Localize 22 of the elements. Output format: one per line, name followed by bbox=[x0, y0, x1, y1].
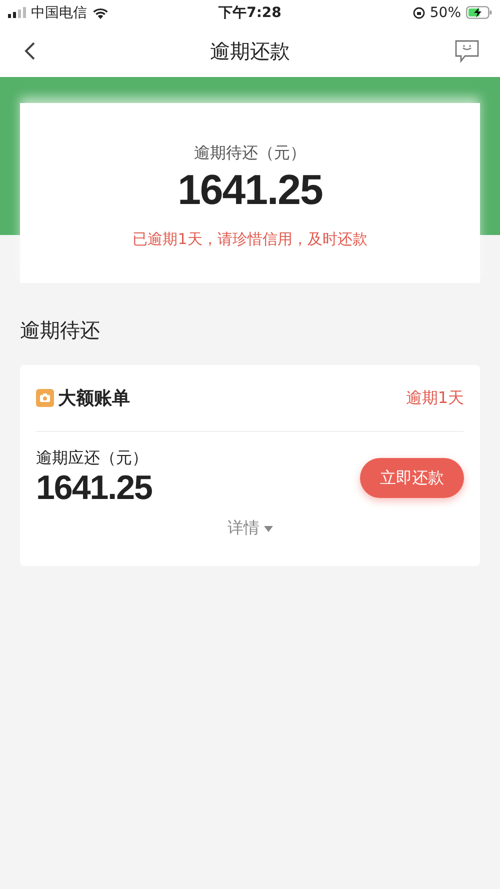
battery-percent: 50% bbox=[430, 4, 461, 20]
signal-icon bbox=[8, 7, 26, 18]
back-button[interactable] bbox=[24, 41, 36, 61]
amount-label: 逾期应还（元） bbox=[36, 448, 149, 469]
battery-icon bbox=[466, 6, 492, 19]
details-toggle[interactable]: 详情 bbox=[228, 518, 272, 539]
wifi-icon bbox=[92, 6, 109, 18]
caret-icon bbox=[264, 526, 272, 532]
summary-label: 逾期待还（元） bbox=[194, 143, 306, 164]
summary-amount: 1641.25 bbox=[178, 166, 322, 214]
section-title: 逾期待还 bbox=[19, 317, 101, 344]
carrier-name: 中国电信 bbox=[31, 4, 87, 22]
page-title: 逾期还款 bbox=[210, 38, 290, 64]
pay-now-button[interactable]: 立即还款 bbox=[360, 458, 464, 498]
bill-name: 大额账单 bbox=[58, 387, 130, 410]
bill-amount: 1641.25 bbox=[36, 469, 152, 508]
overdue-status: 逾期1天 bbox=[406, 388, 464, 408]
status-time: 下午7:28 bbox=[218, 4, 282, 22]
camera-icon bbox=[36, 389, 54, 407]
chat-button[interactable] bbox=[454, 39, 480, 63]
overdue-warning: 已逾期1天，请珍惜信用，及时还款 bbox=[132, 230, 368, 249]
rotation-lock-icon bbox=[412, 6, 425, 18]
